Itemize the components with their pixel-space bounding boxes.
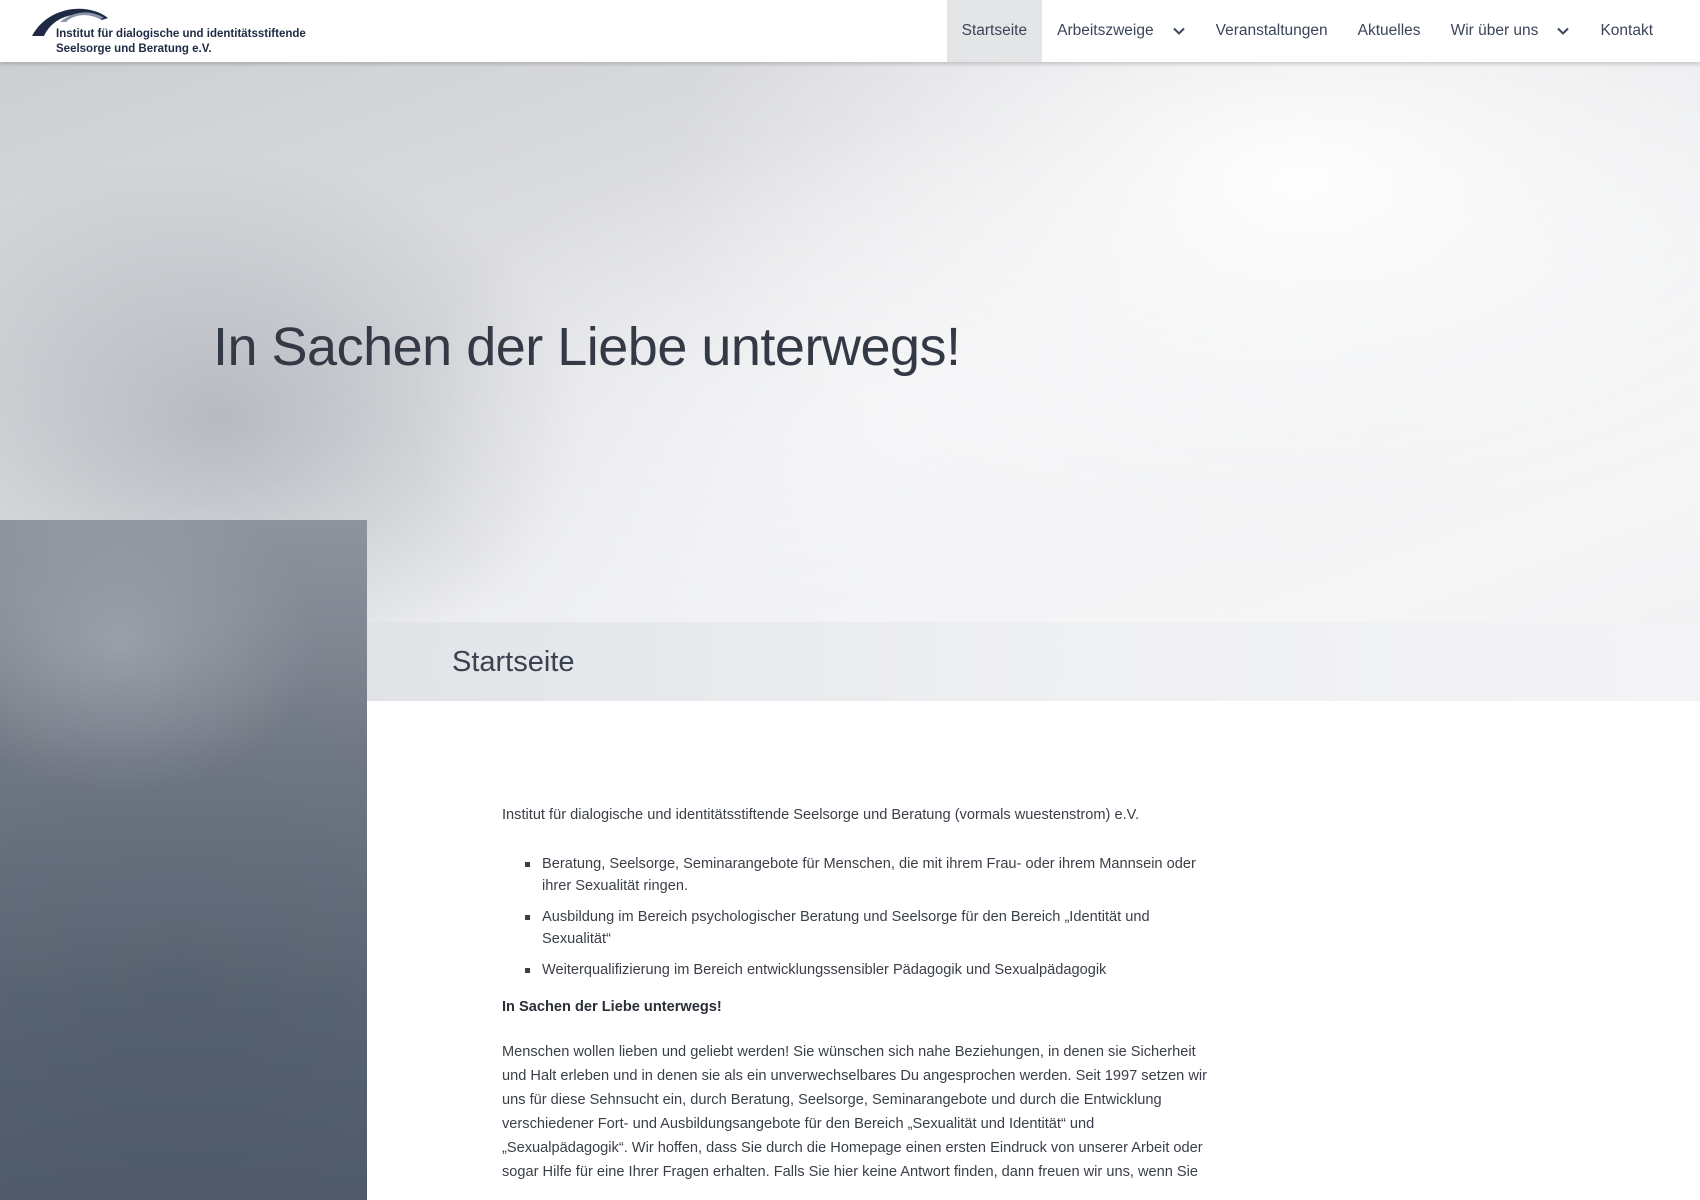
site-header: Institut für dialogische und identitätss… [0, 0, 1700, 62]
nav-item-kontakt[interactable]: Kontakt [1585, 0, 1668, 62]
nav-label: Kontakt [1600, 22, 1653, 39]
nav-label: Aktuelles [1357, 22, 1421, 39]
list-item: Ausbildung im Bereich psychologischer Be… [502, 906, 1212, 950]
list-item: Weiterqualifizierung im Bereich entwickl… [502, 959, 1212, 981]
nav-item-wir-ueber-uns[interactable]: Wir über uns [1436, 0, 1586, 62]
main-navigation: Startseite Arbeitszweige Veranstaltungen… [946, 0, 1668, 62]
body-paragraph: Menschen wollen lieben und geliebt werde… [502, 1044, 1207, 1180]
bullet-square-icon [525, 968, 530, 973]
offer-list: Beratung, Seelsorge, Seminarangebote für… [502, 853, 1212, 981]
chevron-down-icon[interactable] [1556, 24, 1570, 38]
logo-line-1: Institut für dialogische und identitätss… [56, 28, 306, 40]
nav-item-arbeitszweige[interactable]: Arbeitszweige [1042, 0, 1201, 62]
logo-text: Institut für dialogische und identitätss… [56, 27, 306, 57]
list-item-text: Ausbildung im Bereich psychologischer Be… [542, 909, 1150, 947]
content-body: Institut für dialogische und identitätss… [502, 803, 1212, 1184]
list-item-text: Beratung, Seelsorge, Seminarangebote für… [542, 856, 1196, 894]
page-title: Startseite [452, 646, 575, 678]
nav-label: Startseite [961, 22, 1028, 39]
chevron-down-icon[interactable] [1172, 24, 1186, 38]
nav-item-startseite[interactable]: Startseite [946, 0, 1043, 62]
main-content: Institut für dialogische und identitätss… [367, 701, 1700, 1200]
hero-background-dark-area [0, 520, 367, 1200]
nav-item-aktuelles[interactable]: Aktuelles [1343, 0, 1436, 62]
bullet-square-icon [525, 862, 530, 867]
bullet-square-icon [525, 915, 530, 920]
page-title-bar: Startseite [367, 622, 1700, 701]
site-logo[interactable]: Institut für dialogische und identitätss… [30, 4, 306, 58]
hero-title: In Sachen der Liebe unterwegs! [213, 317, 961, 377]
list-item: Beratung, Seelsorge, Seminarangebote für… [502, 853, 1212, 897]
logo-line-2: Seelsorge und Beratung e.V. [56, 43, 212, 55]
section-heading: In Sachen der Liebe unterwegs! [502, 999, 722, 1015]
nav-label: Veranstaltungen [1215, 22, 1328, 39]
nav-label: Arbeitszweige [1057, 22, 1154, 39]
list-item-text: Weiterqualifizierung im Bereich entwickl… [542, 962, 1107, 978]
nav-item-veranstaltungen[interactable]: Veranstaltungen [1201, 0, 1343, 62]
intro-paragraph: Institut für dialogische und identitätss… [502, 807, 1140, 823]
nav-label: Wir über uns [1450, 22, 1539, 39]
